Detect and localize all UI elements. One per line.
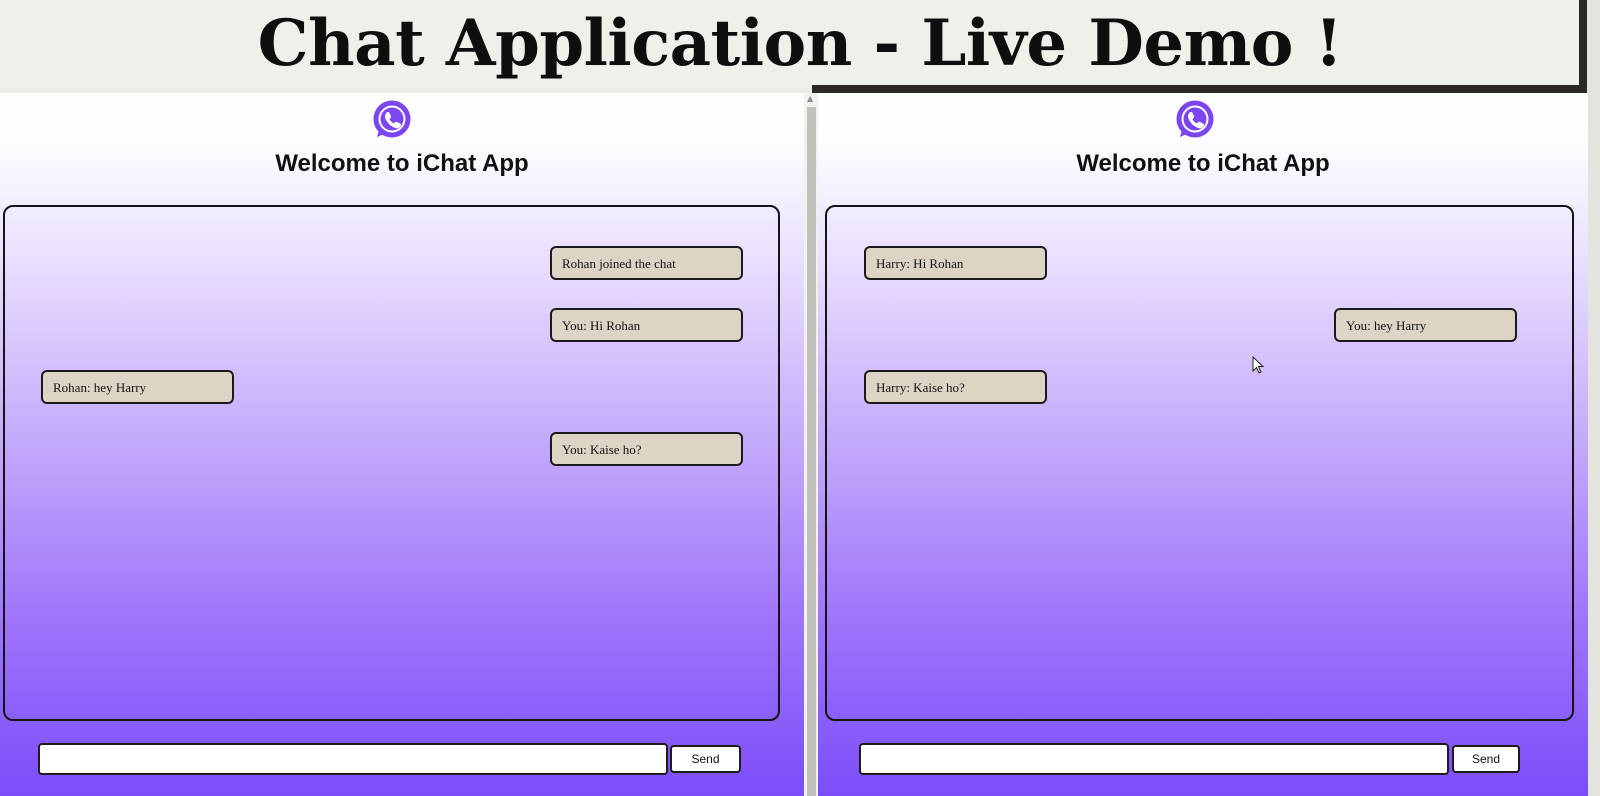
mouse-cursor-icon (1252, 356, 1265, 374)
scroll-up-arrow-icon[interactable]: ▲ (807, 95, 813, 103)
message-input[interactable] (859, 743, 1449, 775)
screen-edge (1587, 0, 1600, 796)
message-container[interactable]: Harry: Hi Rohan You: hey Harry Harry: Ka… (825, 205, 1574, 721)
banner-title: Chat Application - Live Demo ! (257, 6, 1343, 81)
send-button[interactable]: Send (1452, 745, 1520, 773)
message-bubble: Harry: Hi Rohan (864, 246, 1047, 280)
scrollbar[interactable]: ▲ (804, 93, 818, 796)
message-bubble: Rohan: hey Harry (41, 370, 234, 404)
window-divider-right (1579, 0, 1587, 93)
message-bubble: Rohan joined the chat (550, 246, 743, 280)
whatsapp-logo-icon (373, 100, 411, 138)
send-button[interactable]: Send (670, 745, 741, 773)
chat-window-left: Welcome to iChat App Rohan joined the ch… (0, 93, 804, 796)
message-container[interactable]: Rohan joined the chat You: Hi Rohan Roha… (3, 205, 780, 721)
scrollbar-thumb[interactable] (807, 107, 816, 796)
message-bubble: You: hey Harry (1334, 308, 1517, 342)
chat-window-right: Welcome to iChat App Harry: Hi Rohan You… (818, 93, 1588, 796)
welcome-heading: Welcome to iChat App (1076, 150, 1330, 177)
message-bubble: Harry: Kaise ho? (864, 370, 1047, 404)
banner: Chat Application - Live Demo ! (0, 0, 1600, 88)
message-input[interactable] (38, 743, 668, 775)
welcome-heading: Welcome to iChat App (275, 150, 529, 177)
window-divider (812, 85, 1587, 93)
message-bubble: You: Kaise ho? (550, 432, 743, 466)
message-bubble: You: Hi Rohan (550, 308, 743, 342)
whatsapp-logo-icon (1176, 100, 1214, 138)
